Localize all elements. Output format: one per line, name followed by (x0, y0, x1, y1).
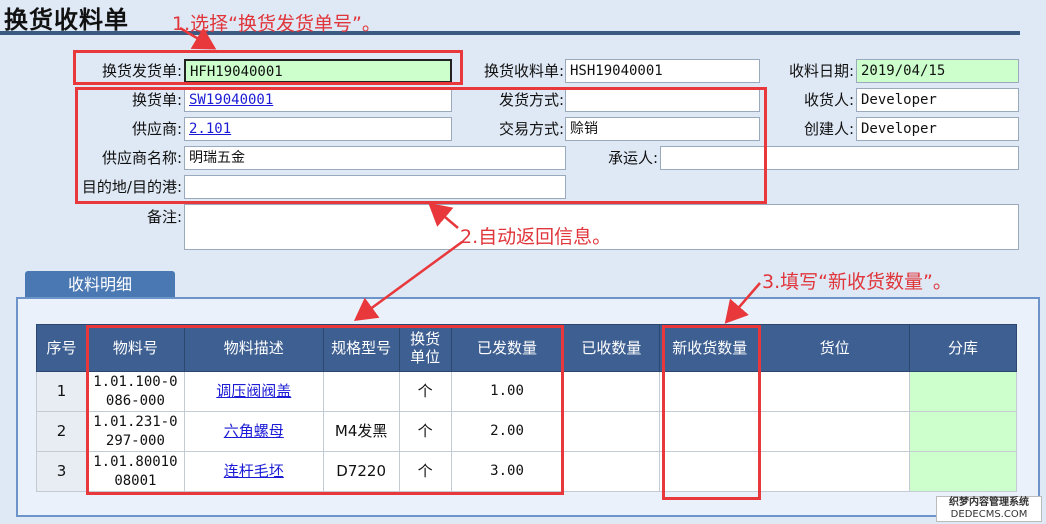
receipt-date-field[interactable]: 2019/04/15 (856, 59, 1019, 83)
annotation-step3: 3.填写“新收货数量”。 (762, 271, 952, 293)
received-qty-cell (562, 371, 661, 412)
receiver-label: 收货人: (803, 91, 854, 109)
row-no: 1 (36, 371, 87, 412)
exchange-receipt-no-label: 换货收料单: (483, 62, 564, 80)
watermark-line1: 织梦内容管理系统 (949, 497, 1029, 508)
exchange-receipt-no-field[interactable]: HSH19040001 (565, 59, 760, 83)
highlight-box-ship-no (73, 50, 463, 85)
location-cell[interactable] (759, 371, 911, 412)
col-header-location: 货位 (759, 324, 911, 372)
highlight-box-new-qty (662, 325, 761, 500)
annotation-step1: 1.选择“换货发货单号”。 (172, 13, 381, 35)
receiver-field[interactable]: Developer (856, 88, 1019, 112)
highlight-box-auto-info (75, 87, 767, 204)
watermark-logo: 织梦内容管理系统 DEDECMS.COM (936, 496, 1042, 522)
warehouse-cell[interactable] (909, 411, 1017, 452)
row-no: 3 (36, 451, 87, 492)
col-header-warehouse: 分库 (909, 324, 1017, 372)
received-qty-cell (562, 451, 661, 492)
tab-receipt-detail[interactable]: 收料明细 (25, 271, 175, 298)
location-cell[interactable] (759, 451, 911, 492)
creator-label: 创建人: (803, 120, 854, 138)
creator-field[interactable]: Developer (856, 117, 1019, 141)
row-no: 2 (36, 411, 87, 452)
col-header-no: 序号 (36, 324, 87, 372)
receipt-date-label: 收料日期: (788, 62, 854, 80)
watermark-line2: DEDECMS.COM (950, 509, 1028, 520)
col-header-received-qty: 已收数量 (562, 324, 661, 372)
annotation-step2: 2.自动返回信息。 (460, 226, 612, 248)
warehouse-cell[interactable] (909, 451, 1017, 492)
page-title: 换货收料单 (4, 6, 129, 34)
location-cell[interactable] (759, 411, 911, 452)
remark-label: 备注: (146, 208, 182, 226)
highlight-box-returned-rows (86, 325, 564, 495)
received-qty-cell (562, 411, 661, 452)
warehouse-cell[interactable] (909, 371, 1017, 412)
title-divider (0, 31, 1020, 35)
